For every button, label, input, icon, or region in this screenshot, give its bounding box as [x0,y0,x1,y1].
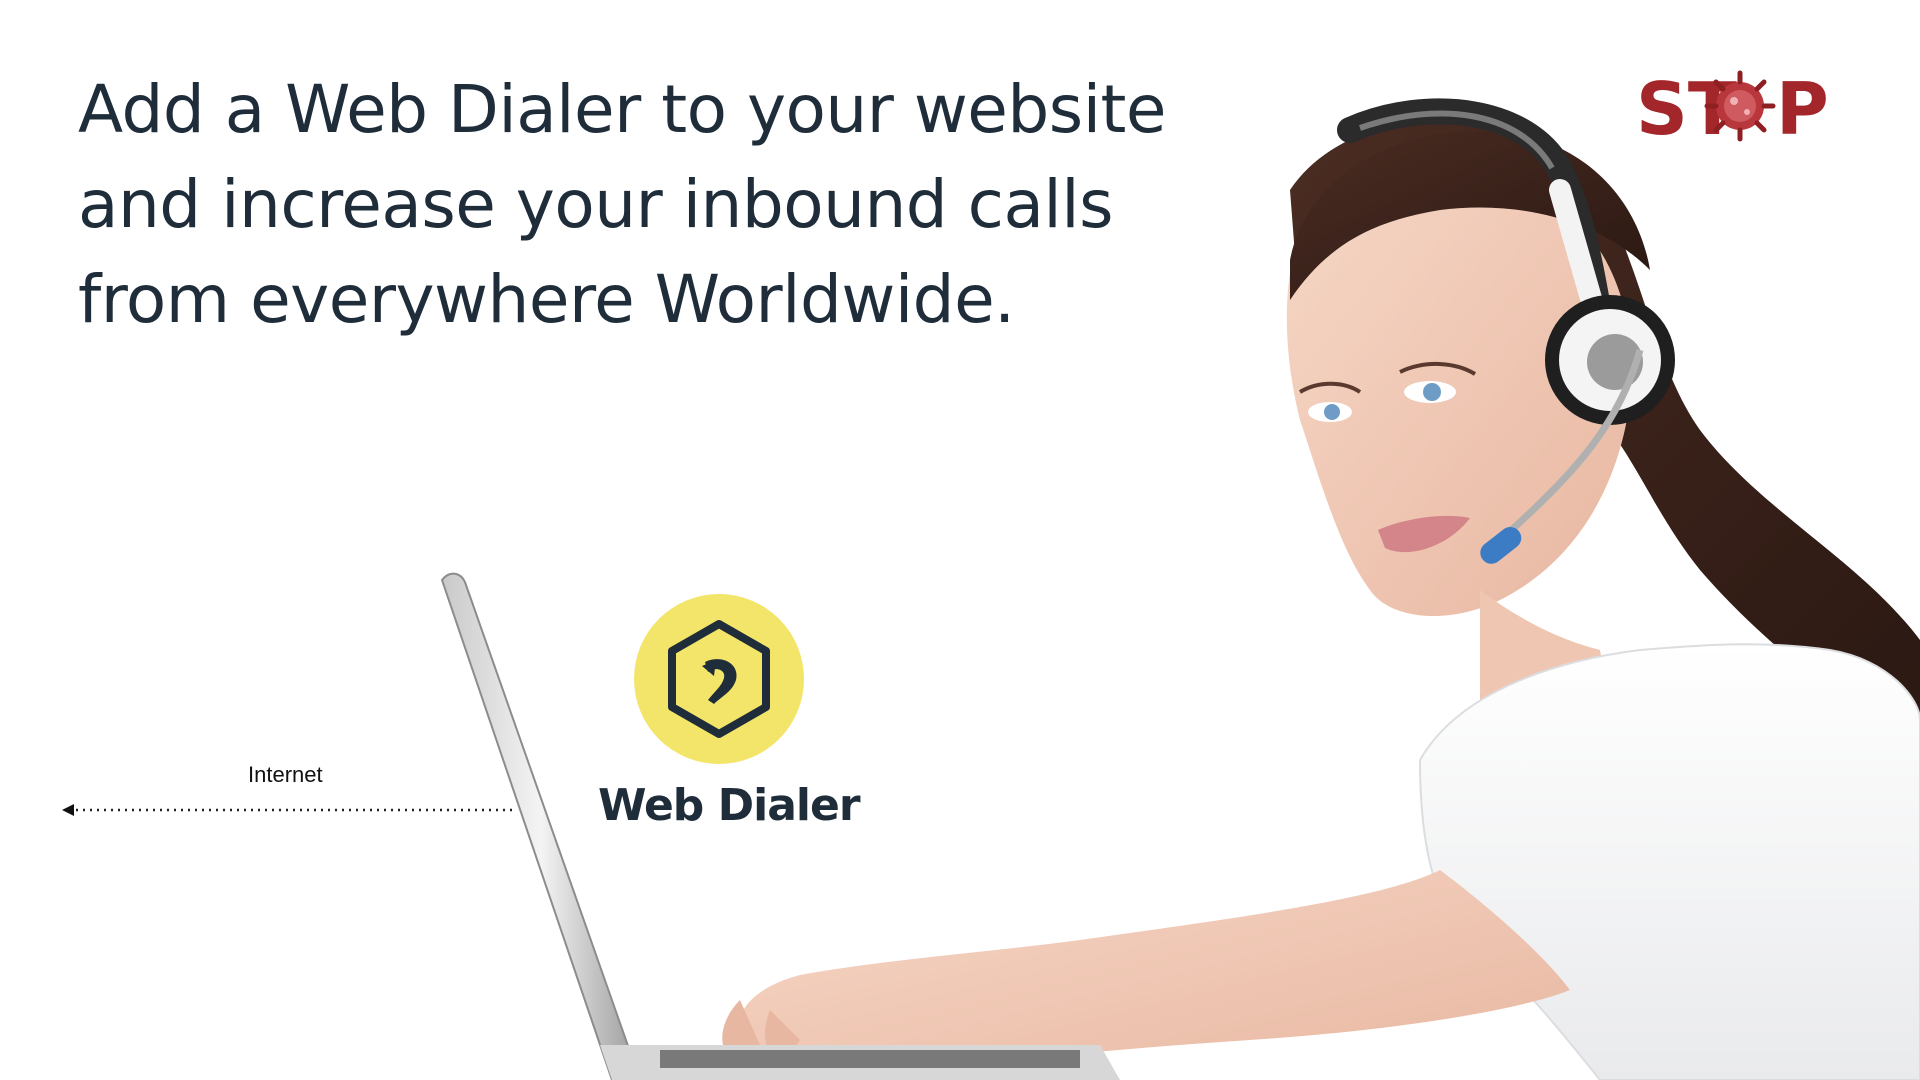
arrow-left-icon [62,804,516,816]
stop-logo-right-text: P [1776,67,1829,151]
headline-line-1: Add a Web Dialer to your website [78,71,1167,148]
internet-label: Internet [248,762,323,787]
slide: Add a Web Dialer to your website and inc… [0,0,1920,1080]
web-dialer-name: Web Dialer [598,780,861,831]
headline-line-2: and increase your inbound calls [78,166,1113,243]
headline-line-3: from everywhere Worldwide. [78,261,1015,338]
shirt [1418,643,1920,1080]
headline: Add a Web Dialer to your website and inc… [78,62,1178,347]
stop-logo: ST P [1636,62,1846,152]
web-dialer-badge [634,594,804,764]
virus-icon [1704,70,1776,142]
